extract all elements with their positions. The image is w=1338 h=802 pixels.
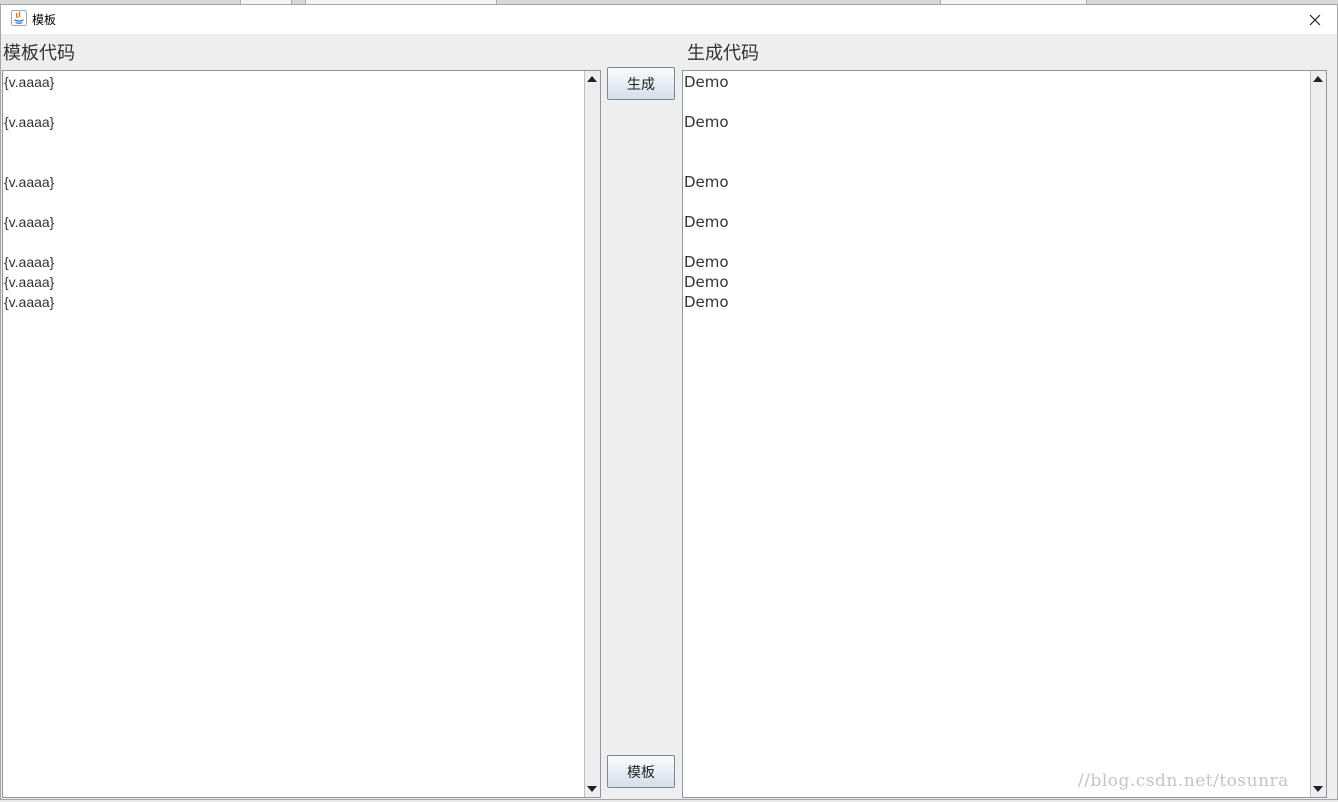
code-line: {v.aaaa} [4, 114, 55, 130]
title-bar: 模板 [1, 5, 1337, 34]
code-line: Demo [684, 293, 729, 311]
code-line: {v.aaaa} [4, 254, 55, 270]
code-line: Demo [684, 253, 729, 271]
scroll-down-arrow-icon[interactable] [1313, 786, 1323, 792]
code-line: {v.aaaa} [4, 214, 55, 230]
scroll-up-arrow-icon[interactable] [587, 76, 597, 82]
code-line: Demo [684, 213, 729, 231]
generate-button[interactable]: 生成 [607, 67, 675, 100]
window-title: 模板 [32, 13, 57, 27]
code-line: {v.aaaa} [4, 74, 55, 90]
code-line: {v.aaaa} [4, 294, 55, 310]
scroll-up-arrow-icon[interactable] [1313, 76, 1323, 82]
template-window: 模板 模板代码 {v.aaaa} {v.aaaa} {v.aaaa} {v.aa… [0, 4, 1338, 800]
template-code-label: 模板代码 [3, 43, 75, 64]
close-icon [1309, 14, 1321, 26]
template-code-content: {v.aaaa} {v.aaaa} {v.aaaa} {v.aaaa} {v.a… [3, 71, 584, 797]
generated-code-content: Demo Demo Demo Demo Demo Demo Demo [683, 71, 1310, 797]
template-button[interactable]: 模板 [607, 755, 675, 788]
template-vertical-scrollbar[interactable] [584, 71, 600, 797]
java-app-icon [11, 10, 27, 30]
code-line: {v.aaaa} [4, 174, 55, 190]
generated-vertical-scrollbar[interactable] [1310, 71, 1326, 797]
watermark: //blog.csdn.net/tosunra [1078, 771, 1289, 791]
code-line: Demo [684, 173, 729, 191]
generated-code-textarea[interactable]: Demo Demo Demo Demo Demo Demo Demo [682, 70, 1327, 798]
code-line: Demo [684, 113, 729, 131]
code-line: Demo [684, 73, 729, 91]
code-line: Demo [684, 273, 729, 291]
close-button[interactable] [1293, 5, 1337, 34]
generated-code-label: 生成代码 [687, 43, 759, 64]
template-code-textarea[interactable]: {v.aaaa} {v.aaaa} {v.aaaa} {v.aaaa} {v.a… [2, 70, 601, 798]
scroll-down-arrow-icon[interactable] [587, 786, 597, 792]
code-line: {v.aaaa} [4, 274, 55, 290]
